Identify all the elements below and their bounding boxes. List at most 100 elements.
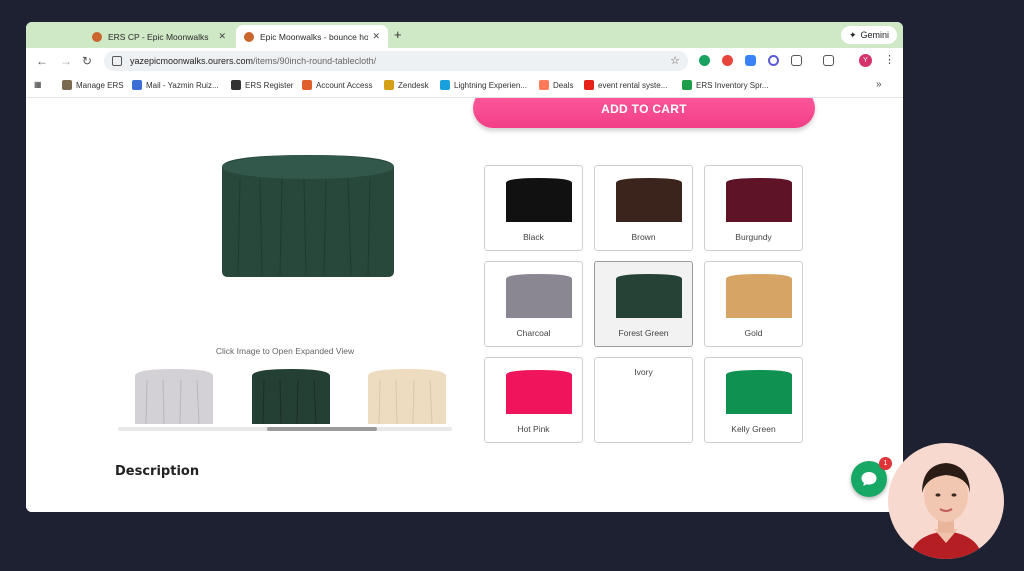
bookmark-star-icon[interactable]: ☆ (670, 54, 680, 67)
swatch-charcoal[interactable]: Charcoal (484, 261, 583, 347)
tab-ers-cp[interactable]: ERS CP - Epic Moonwalks ✕ (84, 25, 234, 48)
menu-dots-icon[interactable]: ⋮ (884, 53, 895, 66)
swatch-hot-pink[interactable]: Hot Pink (484, 357, 583, 443)
reload-icon[interactable]: ↻ (82, 54, 92, 68)
swatch-ivory[interactable]: Ivory (594, 357, 693, 443)
description-heading: Description (115, 464, 200, 479)
bookmark-item[interactable]: Mail - Yazmin Ruiz... (132, 80, 219, 90)
extension-red-icon[interactable] (722, 55, 733, 66)
swatch-label: Ivory (634, 367, 653, 377)
swatch-image (726, 370, 792, 414)
bookmark-label: Mail - Yazmin Ruiz... (146, 80, 219, 90)
bookmark-favicon-icon (132, 80, 142, 90)
bookmark-item[interactable]: ERS Inventory Spr... (682, 80, 768, 90)
back-icon[interactable]: ← (36, 54, 48, 68)
site-info-icon[interactable] (112, 56, 122, 66)
extension-grammarly-icon[interactable] (699, 55, 710, 66)
bookmark-item[interactable]: event rental syste... (584, 80, 667, 90)
add-to-cart-button[interactable]: ADD TO CART (473, 98, 815, 128)
tab-title: Epic Moonwalks - bounce ho (260, 31, 369, 42)
site-favicon-icon (92, 31, 102, 42)
bookmark-label: ERS Register (245, 80, 294, 90)
bookmarks-bar: ▦ Manage ERS Mail - Yazmin Ruiz... ERS R… (26, 74, 903, 98)
presenter-face-image (910, 463, 982, 559)
thumbnail-scrollbar[interactable] (118, 427, 452, 431)
browser-toolbar: ← → ↻ yazepicmoonwalks.ourers.com/items/… (26, 48, 903, 74)
bookmark-favicon-icon (302, 80, 312, 90)
bookmark-item[interactable]: Deals (539, 80, 573, 90)
close-icon[interactable]: ✕ (218, 31, 226, 42)
address-bar[interactable]: yazepicmoonwalks.ourers.com/items/90inch… (104, 51, 688, 71)
page-content: ADD TO CART Click Image to Open Expanded… (26, 98, 903, 512)
swatch-label: Gold (744, 328, 763, 338)
bookmark-label: Manage ERS (76, 80, 124, 90)
swatch-image (726, 178, 792, 222)
close-icon[interactable]: ✕ (372, 31, 380, 42)
gemini-label: Gemini (860, 30, 889, 40)
chat-widget-button[interactable]: 1 (851, 457, 892, 497)
swatch-label: Hot Pink (517, 424, 550, 434)
swatch-label: Black (523, 232, 544, 242)
bookmark-label: Account Access (316, 80, 373, 90)
swatch-forest-green[interactable]: Forest Green (594, 261, 693, 347)
profile-avatar[interactable]: Y (859, 54, 872, 67)
thumbnail-image[interactable] (366, 368, 448, 426)
tab-title: ERS CP - Epic Moonwalks (108, 31, 209, 42)
swatch-burgundy[interactable]: Burgundy (704, 165, 803, 251)
swatch-image (726, 274, 792, 318)
bookmark-item[interactable]: Account Access (302, 80, 372, 90)
thumbnail-image[interactable] (133, 368, 215, 426)
scrollbar-thumb[interactable] (267, 427, 377, 431)
bookmark-label: Lightning Experien... (454, 80, 527, 90)
bookmark-label: event rental syste... (598, 80, 668, 90)
swatch-image (616, 274, 682, 318)
swatch-image (506, 274, 572, 318)
extension-loop-icon[interactable] (768, 55, 779, 66)
bookmark-item[interactable]: ERS Register (231, 80, 293, 90)
url-path: /items/90inch-round-tablecloth/ (253, 56, 377, 66)
new-tab-button[interactable]: + (394, 27, 402, 42)
swatch-image (616, 178, 682, 222)
product-main-image[interactable] (218, 153, 398, 279)
bookmark-favicon-icon (384, 80, 394, 90)
sparkle-icon: ✦ (848, 29, 857, 40)
swatch-image (506, 178, 572, 222)
bookmark-label: Deals (553, 80, 574, 90)
swatch-black[interactable]: Black (484, 165, 583, 251)
bookmark-item[interactable]: Lightning Experien... (440, 80, 527, 90)
bookmark-label: Zendesk (398, 80, 429, 90)
tab-search-icon[interactable] (823, 55, 834, 66)
swatch-gold[interactable]: Gold (704, 261, 803, 347)
presenter-webcam (888, 443, 1004, 559)
swatch-kelly-green[interactable]: Kelly Green (704, 357, 803, 443)
bookmark-label: ERS Inventory Spr... (696, 80, 769, 90)
tab-epic-moonwalks[interactable]: Epic Moonwalks - bounce ho ✕ (236, 25, 388, 48)
browser-window: ERS CP - Epic Moonwalks ✕ Epic Moonwalks… (26, 22, 903, 512)
swatch-label: Charcoal (516, 328, 551, 338)
more-bookmarks-icon[interactable]: » (876, 79, 882, 90)
expand-hint-text: Click Image to Open Expanded View (215, 346, 355, 356)
extension-blue-icon[interactable] (745, 55, 756, 66)
swatch-label: Brown (631, 232, 656, 242)
bookmark-favicon-icon (62, 80, 72, 90)
apps-grid-icon[interactable]: ▦ (34, 80, 42, 89)
thumbnail-image-selected[interactable] (250, 368, 332, 426)
swatch-label: Burgundy (735, 232, 772, 242)
bookmark-favicon-icon (231, 80, 241, 90)
swatch-label: Forest Green (618, 328, 669, 338)
swatch-brown[interactable]: Brown (594, 165, 693, 251)
notification-badge: 1 (879, 457, 892, 470)
bookmark-item[interactable]: Manage ERS (62, 80, 124, 90)
bookmark-favicon-icon (682, 80, 692, 90)
url-host: yazepicmoonwalks.ourers.com (130, 56, 254, 66)
swatch-label: Kelly Green (731, 424, 776, 434)
swatch-image (506, 370, 572, 414)
forward-icon[interactable]: → (60, 54, 72, 68)
extensions-puzzle-icon[interactable] (791, 55, 802, 66)
bookmark-favicon-icon (440, 80, 450, 90)
bookmark-favicon-icon (584, 80, 594, 90)
bookmark-favicon-icon (539, 80, 549, 90)
bookmark-item[interactable]: Zendesk (384, 80, 429, 90)
chat-bubble-icon (861, 472, 877, 486)
gemini-button[interactable]: ✦ Gemini (840, 26, 897, 44)
